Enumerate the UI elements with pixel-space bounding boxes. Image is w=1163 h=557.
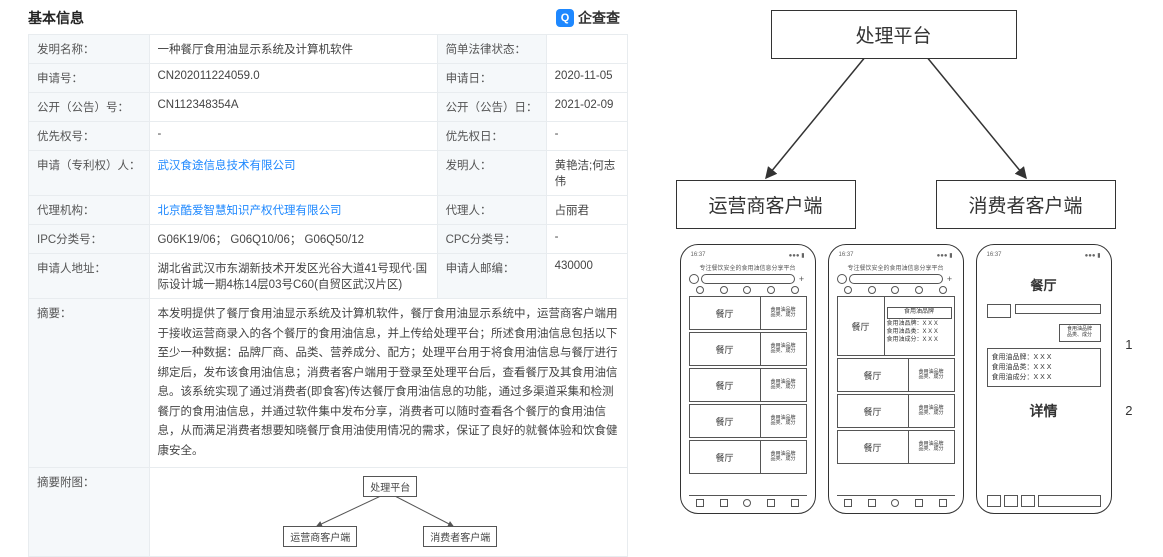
info-table: 发明名称： 一种餐厅食用油显示系统及计算机软件 简单法律状态： 申请号： CN2…: [28, 34, 628, 557]
footer-icon[interactable]: [987, 495, 1001, 507]
time-icon: 16:37: [987, 252, 1002, 258]
brand-icon: Q: [556, 9, 574, 27]
list-item[interactable]: 餐厅食用油品牌品类、成分: [689, 332, 807, 366]
list-item[interactable]: 餐厅食用油品牌品类、成分: [837, 358, 955, 392]
table-row: 优先权号： - 优先权日： -: [29, 122, 628, 151]
nav-icon[interactable]: [844, 499, 852, 507]
table-row: 申请号： CN202011224059.0 申请日： 2020-11-05: [29, 64, 628, 93]
mini-platform-box: 处理平台: [363, 476, 417, 497]
list-item[interactable]: 餐厅食用油品牌品类、成分: [689, 368, 807, 402]
tab-icon[interactable]: [891, 286, 899, 294]
detail-heading: 详情: [981, 401, 1107, 421]
list-item[interactable]: 餐厅食用油品牌品类、成分: [689, 404, 807, 438]
tab-icon[interactable]: [767, 286, 775, 294]
mini-consumer-box: 消费者客户端: [423, 526, 497, 547]
progress-bar: [1015, 304, 1101, 314]
list-item[interactable]: 餐厅食用油品牌品类、成分: [837, 394, 955, 428]
label: 简单法律状态：: [437, 35, 546, 64]
list-item[interactable]: 餐厅食用油品牌品类、成分: [837, 430, 955, 464]
search-input[interactable]: [701, 274, 795, 284]
tab-icon[interactable]: [844, 286, 852, 294]
nav-icon[interactable]: [915, 499, 923, 507]
platform-box: 处理平台: [771, 10, 1017, 59]
nav-icon[interactable]: [868, 499, 876, 507]
add-icon[interactable]: +: [797, 274, 807, 284]
nav-icon[interactable]: [891, 499, 899, 507]
table-row: 申请（专利权）人： 武汉食途信息技术有限公司 发明人： 黄艳洁;何志伟: [29, 151, 628, 196]
location-icon: [837, 274, 847, 284]
nav-icon[interactable]: [696, 499, 704, 507]
tab-icon[interactable]: [743, 286, 751, 294]
app-title: 专注餐饮安全的食用油信息分享平台: [685, 263, 811, 272]
phone-mockup-1: 16:37 ●●● ▮ 专注餐饮安全的食用油信息分享平台 + 餐厅食用油品牌品类、…: [680, 244, 816, 514]
tab-icon[interactable]: [791, 286, 799, 294]
callout-2: 2: [1125, 403, 1132, 418]
tab-small[interactable]: [987, 304, 1011, 318]
value: 一种餐厅食用油显示系统及计算机软件: [149, 35, 437, 64]
signal-icon: ●●● ▮: [789, 252, 805, 259]
footer-icon[interactable]: [1021, 495, 1035, 507]
mini-operator-box: 运营商客户端: [283, 526, 357, 547]
footer-icon[interactable]: [1004, 495, 1018, 507]
architecture-diagram: 处理平台 运营商客户端 消费者客户端: [656, 4, 1136, 236]
table-row: 申请人地址： 湖北省武汉市东湖新技术开发区光谷大道41号现代·国际设计城一期4栋…: [29, 254, 628, 299]
tab-icon[interactable]: [915, 286, 923, 294]
signal-icon: ●●● ▮: [1085, 252, 1101, 259]
table-row: 摘要： 本发明提供了餐厅食用油显示系统及计算机软件，餐厅食用油显示系统中，运营商…: [29, 299, 628, 468]
nav-icon[interactable]: [791, 499, 799, 507]
brand-text: 企查查: [578, 8, 620, 28]
section-title: 基本信息: [28, 8, 84, 28]
location-icon: [689, 274, 699, 284]
consumer-client-box: 消费者客户端: [936, 180, 1116, 229]
time-icon: 16:37: [839, 252, 854, 258]
agency-link[interactable]: 北京酷爱智慧知识产权代理有限公司: [158, 205, 342, 217]
phone-mockup-2: 16:37 ●●● ▮ 专注餐饮安全的食用油信息分享平台 + 餐厅 食用油品牌 食…: [828, 244, 964, 514]
time-icon: 16:37: [691, 252, 706, 258]
abstract-text: 本发明提供了餐厅食用油显示系统及计算机软件，餐厅食用油显示系统中，运营商客户端用…: [149, 299, 628, 468]
oil-info-block: 食用油品牌：X X X 食用油品类：X X X 食用油成分：X X X: [987, 348, 1101, 387]
table-row: 代理机构： 北京酷爱智慧知识产权代理有限公司 代理人： 占丽君: [29, 196, 628, 225]
restaurant-heading: 餐厅: [981, 275, 1107, 294]
oil-tag: 食用油品牌品类、成分: [1059, 324, 1101, 342]
applicant-link[interactable]: 武汉食途信息技术有限公司: [158, 160, 296, 172]
list-item[interactable]: 餐厅食用油品牌品类、成分: [689, 296, 807, 330]
label: 发明名称：: [29, 35, 150, 64]
tab-icon[interactable]: [939, 286, 947, 294]
add-icon[interactable]: +: [945, 274, 955, 284]
app-title: 专注餐饮安全的食用油信息分享平台: [833, 263, 959, 272]
abstract-figure: 处理平台 运营商客户端 消费者客户端: [273, 476, 503, 550]
nav-icon[interactable]: [720, 499, 728, 507]
table-row: 公开（公告）号： CN112348354A 公开（公告）日： 2021-02-0…: [29, 93, 628, 122]
nav-icon[interactable]: [767, 499, 775, 507]
table-row: 发明名称： 一种餐厅食用油显示系统及计算机软件 简单法律状态：: [29, 35, 628, 64]
callout-1: 1: [1125, 337, 1132, 352]
footer-bar[interactable]: [1038, 495, 1101, 507]
nav-icon[interactable]: [743, 499, 751, 507]
operator-client-box: 运营商客户端: [676, 180, 856, 229]
signal-icon: ●●● ▮: [937, 252, 953, 259]
list-item[interactable]: 餐厅食用油品牌品类、成分: [689, 440, 807, 474]
list-item-expanded[interactable]: 餐厅 食用油品牌 食用油品牌：X X X 食用油品类：X X X 食用油成分：X…: [837, 296, 955, 356]
table-row: IPC分类号： G06K19/06； G06Q10/06； G06Q50/12 …: [29, 225, 628, 254]
tab-icon[interactable]: [696, 286, 704, 294]
tab-icon[interactable]: [720, 286, 728, 294]
phone-mockup-3: 16:37 ●●● ▮ 餐厅 食用油品牌品类、成分 食用油品牌：X X X 食用油…: [976, 244, 1112, 514]
tab-icon[interactable]: [868, 286, 876, 294]
brand-logo: Q 企查查: [556, 8, 620, 28]
nav-icon[interactable]: [939, 499, 947, 507]
phone-mockups-row: 16:37●●● ▮ 专注餐饮安全的食用油信息分享平台 + 餐厅食用油品牌品类、…: [628, 244, 1163, 514]
search-input[interactable]: [849, 274, 943, 284]
value: [546, 35, 627, 64]
table-row: 摘要附图： 处理平台 运营商客户端 消费者客户端: [29, 468, 628, 557]
